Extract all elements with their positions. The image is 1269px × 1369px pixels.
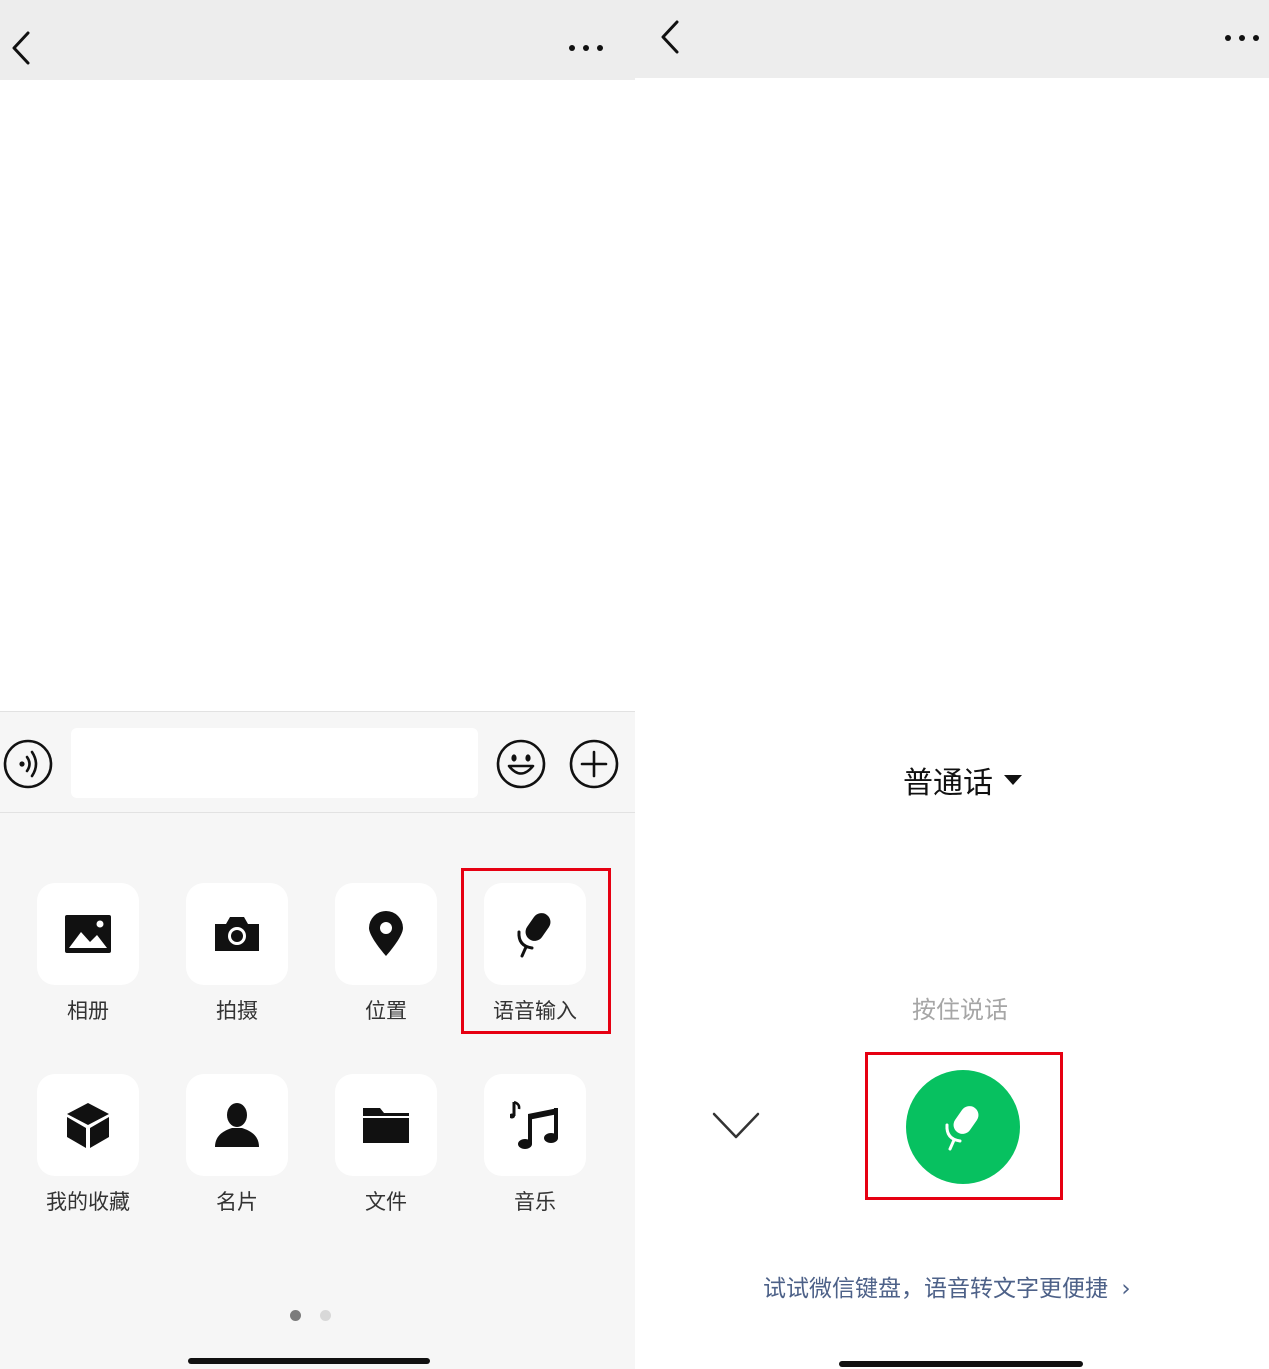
tip-text: 试试微信键盘，语音转文字更便捷 [763, 1276, 1108, 1302]
more-icon[interactable] [568, 44, 604, 52]
back-chevron-icon[interactable] [657, 19, 683, 55]
message-input[interactable] [71, 728, 478, 798]
action-photo-album[interactable]: 相册 [37, 883, 139, 1025]
action-label: 拍摄 [216, 999, 258, 1023]
highlight-mic-button [865, 1052, 1063, 1200]
action-favorites[interactable]: 我的收藏 [37, 1074, 139, 1216]
action-tile[interactable] [335, 1074, 437, 1176]
plus-circle-icon[interactable] [569, 739, 619, 789]
action-tile[interactable] [186, 883, 288, 985]
left-screen: 相册 拍摄 位置 语音输入 我的收藏 名片 文件 音乐 [0, 0, 635, 1369]
action-tile[interactable] [335, 883, 437, 985]
action-contact-card[interactable]: 名片 [186, 1074, 288, 1216]
music-note-icon [510, 1100, 558, 1149]
action-label: 位置 [365, 999, 407, 1023]
page-indicator [290, 1310, 340, 1324]
action-file[interactable]: 文件 [335, 1074, 437, 1216]
language-selector[interactable]: 普通话 [903, 758, 1023, 802]
action-label: 名片 [216, 1190, 258, 1214]
navbar [635, 0, 1269, 78]
hold-to-talk-hint: 按住说话 [912, 996, 1008, 1024]
back-chevron-icon[interactable] [8, 30, 34, 66]
chevron-down-icon[interactable] [711, 1108, 761, 1144]
right-screen: 普通话 按住说话 试试微信键盘，语音转文字更便捷 › [635, 0, 1269, 1369]
action-label: 音乐 [514, 1190, 556, 1214]
more-icon[interactable] [1224, 34, 1260, 42]
emoji-icon[interactable] [496, 739, 546, 789]
language-label: 普通话 [903, 766, 993, 801]
action-camera[interactable]: 拍摄 [186, 883, 288, 1025]
action-label: 相册 [67, 999, 109, 1023]
favorites-cube-icon [67, 1103, 109, 1148]
contact-card-icon [215, 1103, 259, 1147]
navbar [0, 0, 635, 80]
home-indicator [188, 1358, 430, 1364]
location-pin-icon [369, 911, 403, 956]
tip-arrow-icon: › [1121, 1276, 1131, 1302]
action-tile[interactable] [186, 1074, 288, 1176]
home-indicator [839, 1361, 1083, 1367]
caret-down-icon [1004, 775, 1022, 785]
photo-album-icon [65, 915, 111, 953]
action-tile[interactable] [484, 1074, 586, 1176]
action-tile[interactable] [37, 883, 139, 985]
action-music[interactable]: 音乐 [484, 1074, 586, 1216]
page-dot[interactable] [320, 1310, 331, 1321]
page-dot-active[interactable] [290, 1310, 301, 1321]
camera-icon [215, 917, 259, 951]
wechat-keyboard-tip-link[interactable]: 试试微信键盘，语音转文字更便捷 › [763, 1269, 1131, 1303]
action-label: 文件 [365, 1190, 407, 1214]
action-location[interactable]: 位置 [335, 883, 437, 1025]
highlight-voice-input [461, 868, 611, 1034]
action-label: 我的收藏 [46, 1190, 130, 1214]
action-tile[interactable] [37, 1074, 139, 1176]
folder-icon [363, 1108, 409, 1143]
chat-input-bar [0, 711, 635, 813]
voice-mode-icon[interactable] [3, 739, 53, 789]
